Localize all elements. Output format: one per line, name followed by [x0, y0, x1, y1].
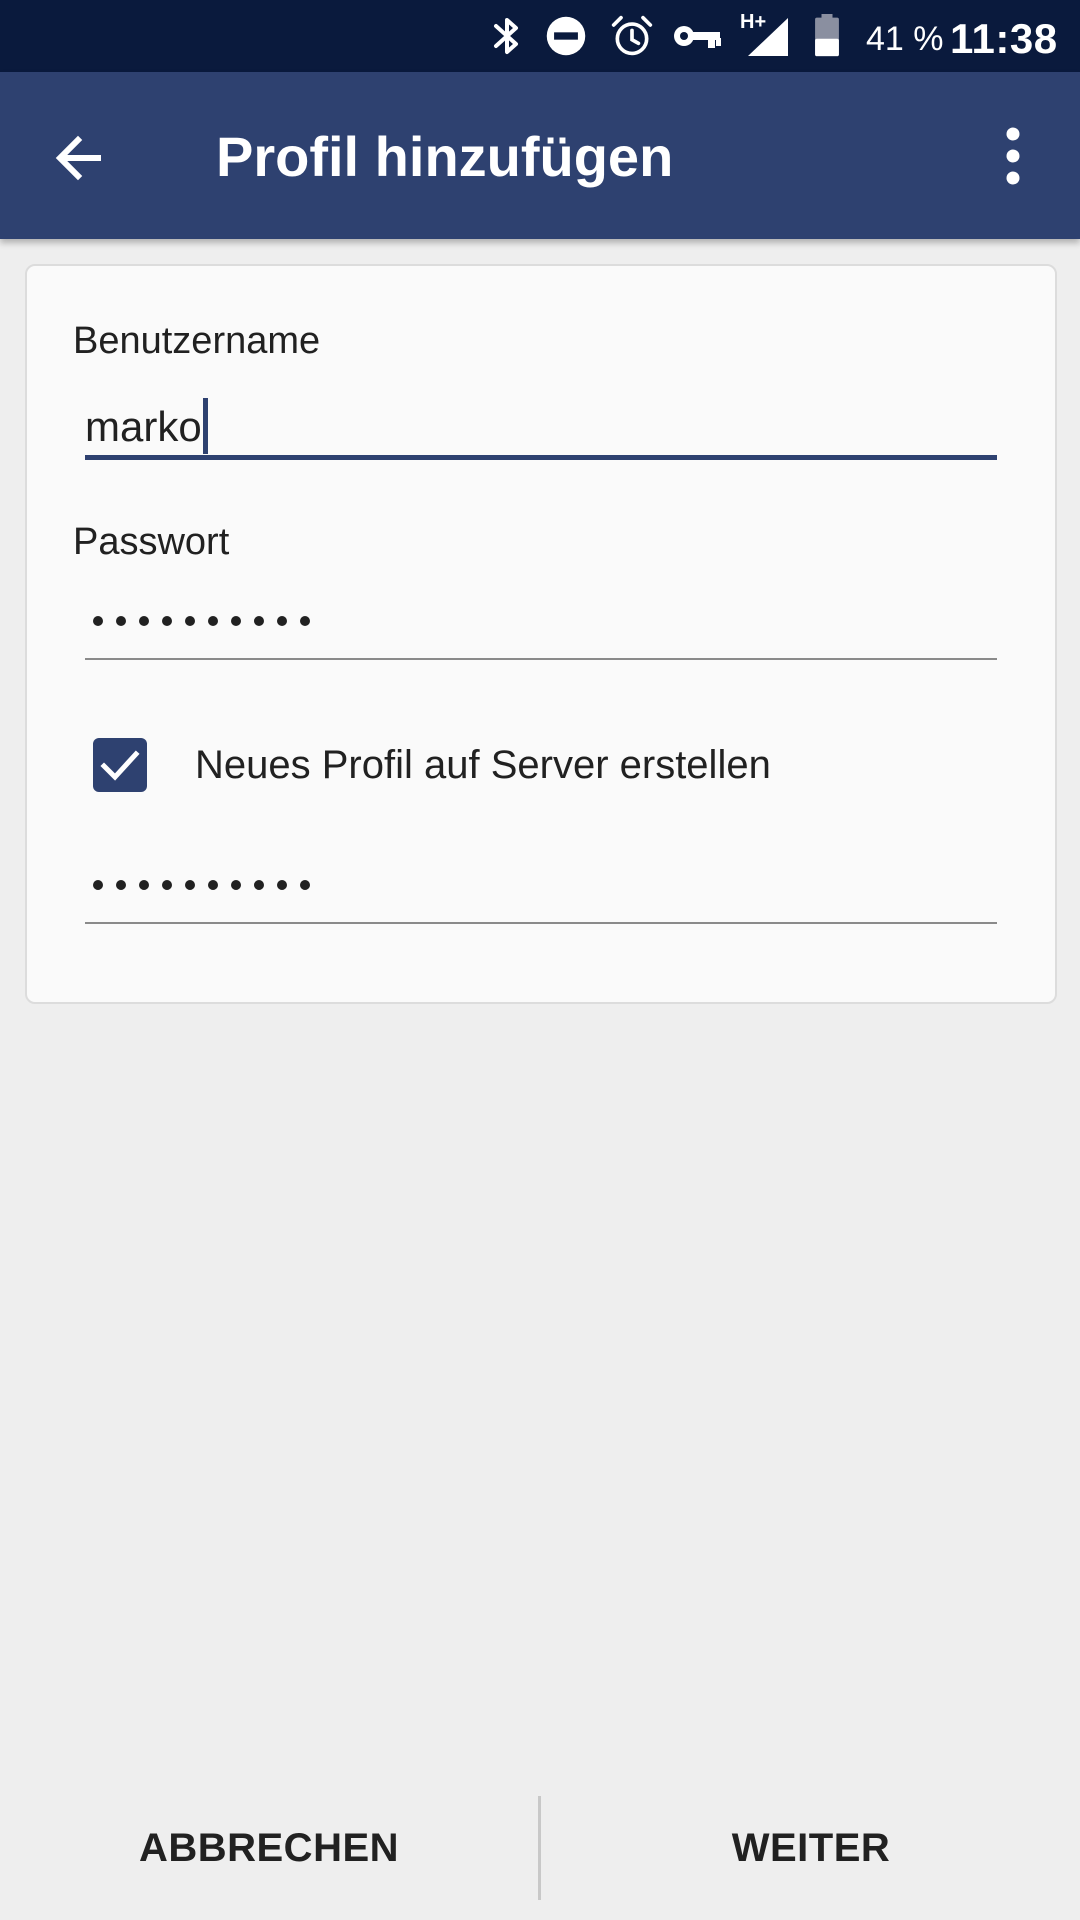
password-dot	[231, 880, 241, 890]
bluetooth-icon	[494, 18, 518, 54]
password-dot	[185, 616, 195, 626]
cancel-button[interactable]: ABBRECHEN	[0, 1776, 538, 1920]
password-dot	[300, 616, 310, 626]
password-dot	[139, 880, 149, 890]
overflow-menu-button[interactable]	[980, 116, 1046, 196]
username-underline	[85, 455, 997, 460]
password-dot	[116, 880, 126, 890]
confirm-password-field[interactable]	[85, 856, 997, 924]
battery-icon	[815, 14, 839, 57]
confirm-password-mask	[93, 880, 310, 890]
create-profile-label: Neues Profil auf Server erstellen	[195, 743, 771, 787]
back-button[interactable]	[36, 116, 132, 196]
vpn-key-icon	[674, 26, 721, 48]
do-not-disturb-icon	[546, 16, 586, 56]
username-field[interactable]: marko	[85, 392, 997, 460]
password-dot	[300, 880, 310, 890]
bottom-button-bar: ABBRECHEN WEITER	[0, 1776, 1080, 1920]
password-underline	[85, 658, 997, 660]
more-vert-icon	[1006, 127, 1020, 185]
page-title: Profil hinzufügen	[216, 125, 674, 188]
profile-form-card: Benutzername marko Passwort Neues Profil…	[25, 264, 1057, 1004]
password-dot	[277, 880, 287, 890]
password-dot	[116, 616, 126, 626]
password-dot	[277, 616, 287, 626]
password-dot	[185, 880, 195, 890]
password-dot	[162, 880, 172, 890]
app-bar: Profil hinzufügen	[0, 72, 1080, 239]
password-dot	[162, 616, 172, 626]
password-dot	[208, 616, 218, 626]
clock: 11:38	[950, 15, 1058, 62]
password-dot	[208, 880, 218, 890]
password-dot	[93, 616, 103, 626]
password-dot	[93, 880, 103, 890]
password-dot	[231, 616, 241, 626]
battery-percent: 41 %	[866, 20, 944, 58]
password-mask	[93, 616, 310, 626]
create-profile-checkbox-row[interactable]: Neues Profil auf Server erstellen	[93, 730, 993, 800]
username-label: Benutzername	[73, 320, 321, 362]
alarm-icon	[611, 15, 653, 56]
status-bar: H+ 41 % 11:38	[0, 0, 1080, 72]
username-value: marko	[85, 403, 202, 450]
password-dot	[254, 880, 264, 890]
password-dot	[139, 616, 149, 626]
password-label: Passwort	[73, 521, 230, 563]
arrow-back-icon	[55, 135, 101, 181]
signal-icon	[748, 18, 788, 56]
password-dot	[254, 616, 264, 626]
next-button[interactable]: WEITER	[542, 1776, 1080, 1920]
confirm-password-underline	[85, 922, 997, 924]
text-cursor	[202, 397, 208, 454]
check-icon	[100, 750, 140, 781]
password-field[interactable]	[85, 592, 997, 660]
button-divider	[538, 1796, 541, 1900]
create-profile-checkbox[interactable]	[93, 738, 147, 792]
